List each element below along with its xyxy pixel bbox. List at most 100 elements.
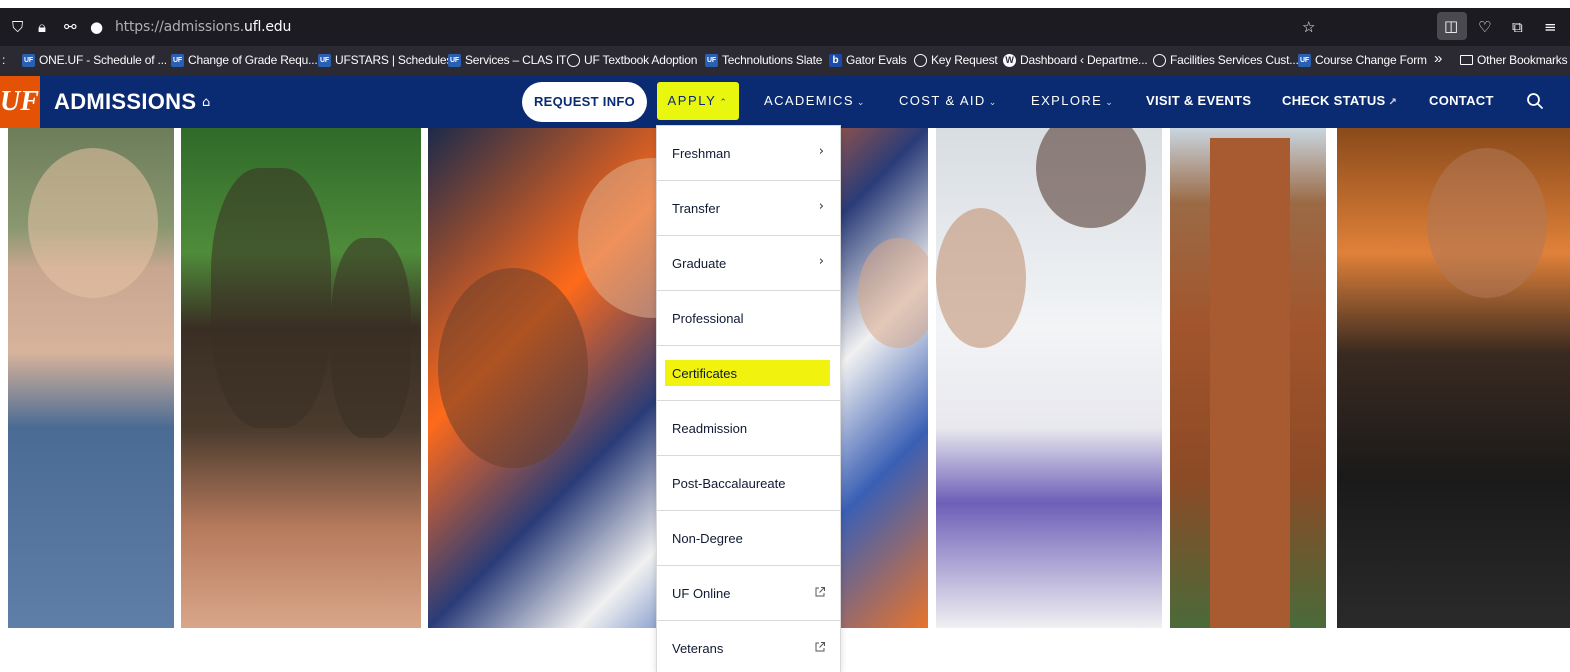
site-identity-icon[interactable]: ● (90, 18, 103, 36)
request-info-button[interactable]: REQUEST INFO (522, 82, 647, 122)
folder-icon (1460, 55, 1473, 65)
bookmark-star-icon[interactable]: ☆ (1302, 18, 1315, 36)
uf-favicon: UF (318, 53, 331, 67)
bookmark-label: Change of Grade Requ... (188, 53, 318, 67)
uf-favicon: UF (22, 53, 35, 67)
bookmark-item[interactable]: UF Textbook Adoption (567, 53, 697, 67)
uf-favicon: UF (448, 53, 461, 67)
apply-menu-item-label: Transfer (672, 201, 720, 216)
bookmark-item[interactable]: UF Services – CLAS IT (448, 53, 566, 67)
external-link-icon (815, 642, 825, 652)
other-bookmarks-label: Other Bookmarks (1477, 53, 1568, 67)
nav-cost-aid-label: COST & AID (899, 93, 986, 108)
nav-academics[interactable]: ACADEMICS ⌄ (764, 93, 866, 108)
hero-photo-albert-alberta-statues (181, 128, 421, 628)
uf-favicon: UF (171, 53, 184, 67)
bookmark-item[interactable]: UF ONE.UF - Schedule of ... (22, 53, 167, 67)
permissions-icon[interactable]: ⚯ (64, 18, 77, 36)
apply-menu-item[interactable]: Graduate › (657, 236, 840, 291)
apply-menu-item[interactable]: Veterans (657, 621, 840, 672)
apply-menu-item-label: Certificates (672, 366, 738, 381)
bookmark-label: Services – CLAS IT (465, 53, 567, 67)
menu-icon[interactable]: ≡ (1544, 18, 1557, 36)
bookmark-item[interactable]: Key Request (914, 53, 998, 67)
apply-menu-item-label: UF Online (672, 586, 731, 601)
site-title[interactable]: ADMISSIONS (54, 89, 196, 115)
apply-menu-item[interactable]: Transfer › (657, 181, 840, 236)
shield-icon[interactable]: ⛉ (12, 18, 23, 36)
wordpress-icon: W (1003, 53, 1016, 67)
chevron-right-icon: › (818, 199, 824, 214)
hero-photo-graduate (1337, 128, 1570, 628)
bookmark-item[interactable]: W Dashboard ‹ Departme... (1003, 53, 1148, 67)
chevron-down-icon: ⌄ (1105, 98, 1115, 108)
nav-academics-label: ACADEMICS (764, 93, 854, 108)
bookmark-item[interactable]: UF Change of Grade Requ... (171, 53, 318, 67)
apply-menu-item[interactable]: Post-Baccalaureate (657, 456, 840, 511)
bookmark-item[interactable]: UF UFSTARS | Schedules (318, 53, 452, 67)
apply-menu-item-label: Non-Degree (672, 531, 743, 546)
apply-menu-item[interactable]: Readmission (657, 401, 840, 456)
bookmarks-scroll-left[interactable]: : (2, 53, 5, 67)
bookmark-item[interactable]: Facilities Services Cust... (1153, 53, 1299, 67)
nav-apply[interactable]: APPLY ⌃ (657, 82, 739, 120)
apply-menu-item[interactable]: Certificates (657, 346, 840, 401)
bookmark-label: UFSTARS | Schedules (335, 53, 453, 67)
apply-menu-item[interactable]: UF Online (657, 566, 840, 621)
sidebar-icon: ◫ (1444, 17, 1459, 35)
apply-menu-item-label: Professional (672, 311, 744, 326)
bookmark-label: ONE.UF - Schedule of ... (39, 53, 167, 67)
other-bookmarks-folder[interactable]: Other Bookmarks (1460, 53, 1568, 67)
apply-menu-item-label: Readmission (672, 421, 748, 436)
chevron-right-icon: › (818, 144, 824, 159)
bookmark-item[interactable]: UF Technolutions Slate (705, 53, 822, 67)
globe-icon (914, 53, 927, 67)
apply-menu-item[interactable]: Freshman › (657, 126, 840, 181)
apply-menu-item-label: Graduate (672, 256, 727, 271)
hero-photo-student (8, 128, 174, 628)
external-link-icon (815, 587, 825, 597)
apply-menu-item[interactable]: Non-Degree (657, 511, 840, 566)
globe-icon (567, 53, 580, 67)
chevron-up-icon: ⌃ (719, 98, 729, 108)
nav-cost-aid[interactable]: COST & AID ⌄ (899, 93, 998, 108)
apply-menu-item-label: Post-Baccalaureate (672, 476, 786, 491)
bookmark-label: Facilities Services Cust... (1170, 53, 1299, 67)
uf-favicon: UF (1298, 53, 1311, 67)
lock-icon[interactable]: 🔒︎ (38, 18, 46, 36)
url-prefix: https://admissions. (115, 19, 245, 35)
pocket-icon[interactable]: ♡ (1478, 18, 1491, 36)
external-link-icon: ↗ (1388, 97, 1398, 108)
search-icon[interactable] (1525, 91, 1545, 111)
bookmarks-overflow-button[interactable]: » (1434, 50, 1442, 67)
hero-photo-lab-researchers (936, 128, 1162, 628)
apply-menu-item[interactable]: Professional (657, 291, 840, 346)
nav-contact[interactable]: CONTACT (1429, 93, 1494, 108)
bookmark-label: Gator Evals (846, 53, 907, 67)
home-icon[interactable]: ⌂ (202, 95, 210, 110)
hero-photo-century-tower (1170, 128, 1326, 628)
apply-dropdown-menu: Freshman › Transfer › Graduate › Professional C… (656, 125, 841, 672)
nav-visit-events[interactable]: VISIT & EVENTS (1146, 93, 1251, 108)
b-favicon: b (829, 53, 842, 67)
chevron-down-icon: ⌄ (856, 98, 866, 108)
bookmark-label: Dashboard ‹ Departme... (1020, 53, 1148, 67)
bookmark-label: Course Change Form (1315, 53, 1427, 67)
nav-explore[interactable]: EXPLORE ⌄ (1031, 93, 1114, 108)
url-domain: ufl.edu (244, 19, 292, 35)
nav-check-status[interactable]: CHECK STATUS ↗ (1282, 93, 1397, 108)
browser-url-bar: ⛉ 🔒︎ ⚯ ● https://admissions.ufl.edu ☆ ◫ … (0, 8, 1570, 46)
bookmark-label: Technolutions Slate (722, 53, 823, 67)
chevron-right-icon: › (818, 254, 824, 269)
uf-logo[interactable]: UF (0, 76, 40, 128)
apply-menu-item-label: Veterans (672, 641, 724, 656)
url-field[interactable]: https://admissions.ufl.edu (115, 19, 291, 35)
bookmark-item[interactable]: UF Course Change Form (1298, 53, 1427, 67)
apply-menu-item-label: Freshman (672, 146, 731, 161)
sidebar-toggle-button[interactable]: ◫ (1437, 12, 1467, 40)
bookmark-item[interactable]: b Gator Evals (829, 53, 907, 67)
nav-explore-label: EXPLORE (1031, 93, 1103, 108)
extensions-icon[interactable]: ⧉ (1512, 18, 1523, 36)
nav-check-status-label: CHECK STATUS (1282, 93, 1386, 108)
site-navigation: UF ADMISSIONS ⌂ REQUEST INFO APPLY ⌃ ACAD… (0, 76, 1570, 128)
